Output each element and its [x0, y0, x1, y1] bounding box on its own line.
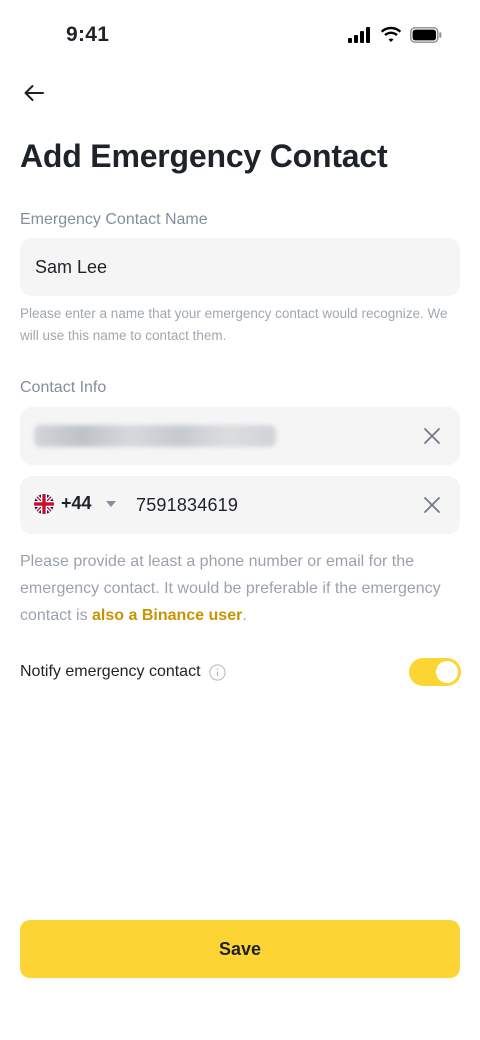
wifi-icon — [380, 26, 402, 42]
notify-label: Notify emergency contact — [20, 663, 201, 680]
contact-info-label: Contact Info — [20, 379, 107, 396]
status-icons — [348, 26, 442, 43]
cellular-signal-icon — [348, 26, 370, 43]
page-title: Add Emergency Contact — [20, 138, 388, 174]
binance-user-link[interactable]: also a Binance user — [92, 607, 242, 624]
back-arrow-icon — [24, 85, 44, 101]
battery-icon — [410, 26, 442, 43]
emergency-contact-screen: 9:41 Add Emergency Contact Emergency Con… — [0, 0, 480, 1040]
save-button[interactable]: Save — [20, 920, 460, 978]
contact-name-helper: Please enter a name that your emergency … — [20, 306, 448, 343]
contact-info-helper-suffix: . — [242, 607, 247, 624]
info-icon[interactable] — [208, 663, 226, 681]
caret-down-icon — [105, 500, 116, 507]
country-code-text: +44 — [61, 493, 92, 513]
united-kingdom-flag-icon — [34, 493, 54, 514]
phone-clear-button[interactable] — [420, 493, 444, 517]
status-bar: 9:41 — [0, 0, 480, 70]
notify-row: Notify emergency contact — [20, 663, 226, 681]
notify-toggle[interactable] — [409, 658, 461, 686]
phone-field[interactable]: +44 7591834619 — [20, 476, 460, 534]
contact-info-helper: Please provide at least a phone number o… — [20, 548, 465, 629]
close-icon — [424, 428, 440, 444]
phone-value: 7591834619 — [136, 495, 239, 515]
country-code-selector[interactable]: +44 — [34, 493, 118, 514]
contact-name-value: Sam Lee — [35, 257, 108, 277]
close-icon — [424, 497, 440, 513]
toggle-knob — [436, 661, 458, 683]
email-value-redacted — [34, 425, 276, 447]
contact-name-field[interactable]: Sam Lee — [20, 238, 460, 296]
back-button[interactable] — [18, 78, 50, 108]
email-field[interactable] — [20, 407, 460, 465]
email-clear-button[interactable] — [420, 424, 444, 448]
status-time: 9:41 — [66, 23, 110, 46]
contact-name-label: Emergency Contact Name — [20, 211, 208, 228]
